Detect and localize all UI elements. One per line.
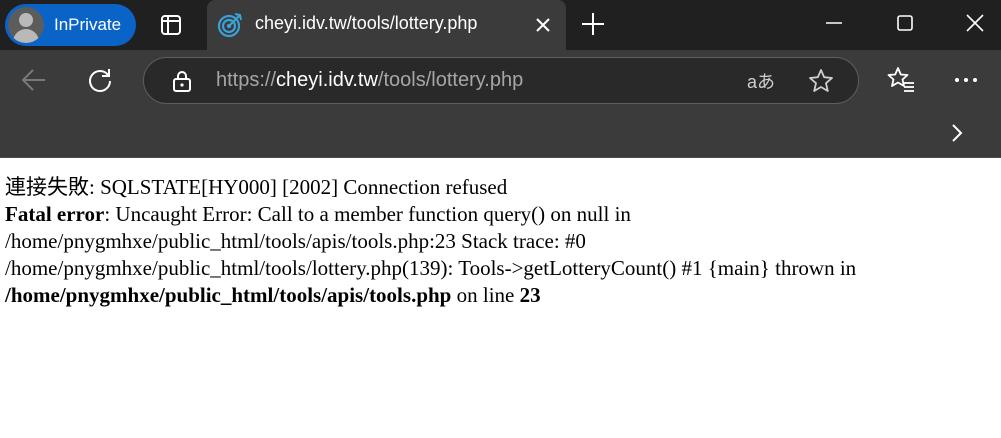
error-file-path: /home/pnygmhxe/public_html/tools/apis/to… bbox=[5, 283, 452, 307]
title-bar: InPrivate cheyi.idv.tw/tools/lottery.php bbox=[0, 0, 1001, 50]
close-icon[interactable] bbox=[533, 15, 553, 35]
fatal-error-text: : Uncaught Error: Call to a member funct… bbox=[5, 202, 857, 280]
url-host: cheyi.idv.tw bbox=[276, 69, 378, 91]
tab-title: cheyi.idv.tw/tools/lottery.php bbox=[255, 13, 478, 33]
minimize-icon bbox=[826, 22, 842, 24]
tab-actions-button[interactable] bbox=[157, 11, 185, 39]
favorites-bar bbox=[0, 110, 1001, 158]
on-line-text: on line bbox=[451, 283, 520, 307]
star-icon[interactable] bbox=[807, 67, 835, 95]
browser-toolbar: https://cheyi.idv.tw/tools/lottery.php a… bbox=[0, 50, 1001, 110]
error-line-number: 23 bbox=[519, 283, 541, 307]
lock-icon[interactable] bbox=[171, 70, 193, 92]
url-scheme: https:// bbox=[216, 69, 277, 91]
fatal-error-message: Fatal error: Uncaught Error: Call to a m… bbox=[5, 201, 995, 309]
back-arrow-icon bbox=[21, 69, 45, 91]
favorites-button[interactable] bbox=[885, 64, 917, 96]
minimize-button[interactable] bbox=[819, 8, 849, 38]
window-close-button[interactable] bbox=[960, 8, 990, 38]
back-button[interactable] bbox=[18, 64, 50, 96]
more-icon bbox=[955, 78, 977, 82]
plus-icon[interactable] bbox=[580, 11, 606, 37]
page-content: 連接失敗: SQLSTATE[HY000] [2002] Connection … bbox=[5, 174, 995, 309]
tab-actions-icon bbox=[161, 15, 181, 35]
maximize-button[interactable] bbox=[890, 8, 920, 38]
favorites-icon bbox=[887, 67, 914, 92]
refresh-icon bbox=[89, 69, 111, 92]
active-tab[interactable]: cheyi.idv.tw/tools/lottery.php bbox=[207, 0, 566, 50]
inprivate-profile-button[interactable]: InPrivate bbox=[5, 4, 136, 46]
fatal-error-label: Fatal error bbox=[5, 202, 105, 226]
read-aloud-icon[interactable]: aあ bbox=[747, 68, 775, 94]
refresh-button[interactable] bbox=[84, 64, 116, 96]
url-path: /tools/lottery.php bbox=[377, 69, 524, 91]
profile-avatar-icon bbox=[8, 7, 44, 43]
close-icon bbox=[966, 14, 984, 32]
target-favicon-icon bbox=[217, 13, 242, 38]
maximize-icon bbox=[897, 15, 913, 31]
address-bar[interactable]: https://cheyi.idv.tw/tools/lottery.php a… bbox=[143, 57, 859, 104]
chevron-right-icon[interactable] bbox=[945, 121, 969, 145]
more-button[interactable] bbox=[950, 64, 982, 96]
inprivate-label: InPrivate bbox=[54, 15, 122, 34]
connection-error-line: 連接失敗: SQLSTATE[HY000] [2002] Connection … bbox=[5, 175, 508, 199]
url-text[interactable]: https://cheyi.idv.tw/tools/lottery.php bbox=[216, 69, 523, 92]
